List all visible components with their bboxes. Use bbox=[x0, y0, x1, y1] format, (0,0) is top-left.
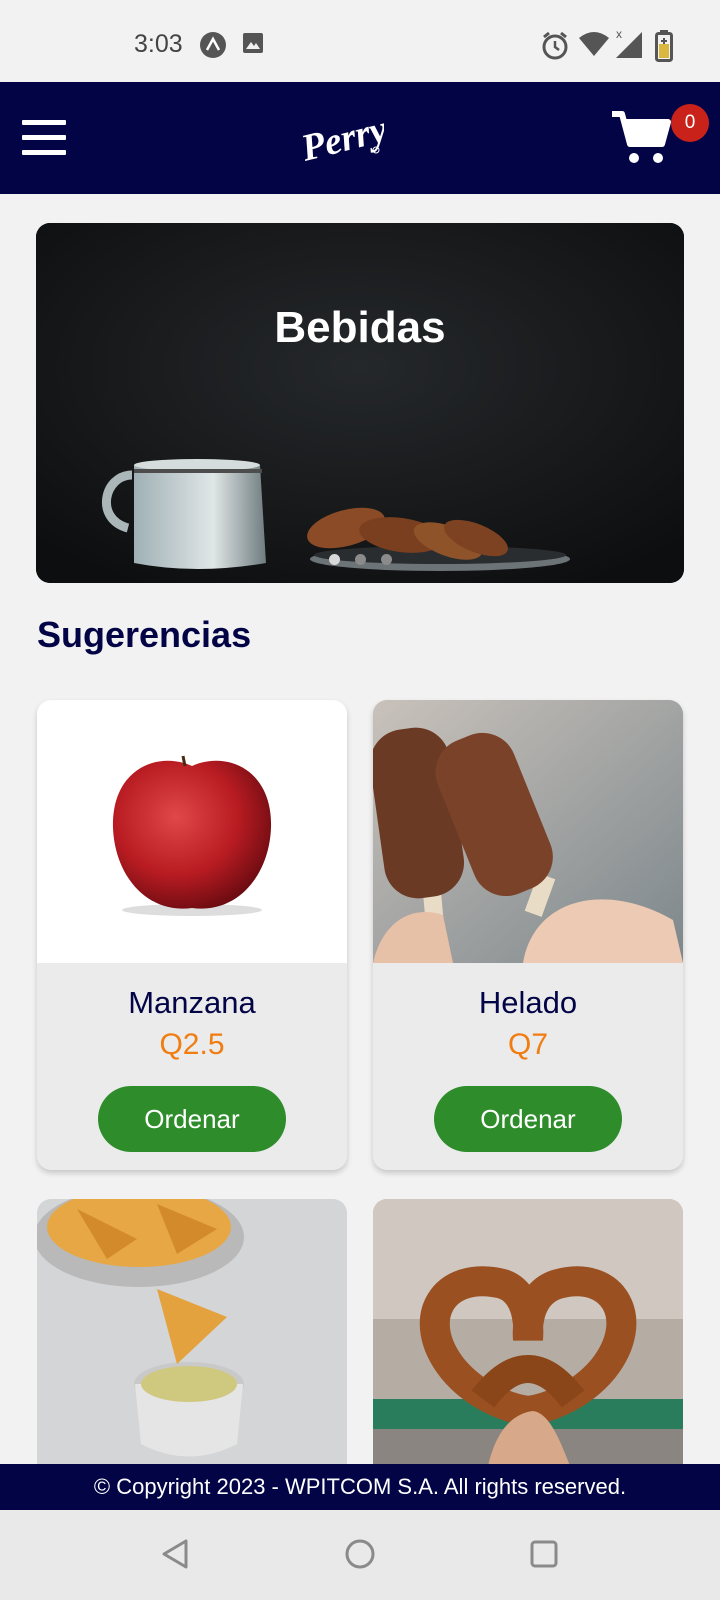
copyright-footer: © Copyright 2023 - WPITCOM S.A. All righ… bbox=[0, 1464, 720, 1510]
app-notification-icon bbox=[200, 32, 226, 58]
product-name: Manzana bbox=[128, 985, 256, 1020]
back-icon[interactable] bbox=[160, 1538, 192, 1570]
recent-apps-icon[interactable] bbox=[528, 1538, 560, 1570]
product-price: Q7 bbox=[507, 1028, 549, 1061]
ice-cream-image bbox=[373, 700, 683, 963]
pretzel-image bbox=[373, 1199, 683, 1499]
home-icon[interactable] bbox=[344, 1538, 376, 1570]
product-card[interactable]: Manzana Q2.5 Ordenar bbox=[37, 700, 347, 1170]
carousel-dot[interactable] bbox=[381, 554, 392, 565]
nachos-guacamole-image bbox=[37, 1199, 347, 1499]
wifi-icon bbox=[579, 32, 609, 56]
cart-count-badge: 0 bbox=[671, 104, 709, 142]
product-price: Q2.5 bbox=[159, 1028, 225, 1061]
product-card[interactable] bbox=[373, 1199, 683, 1499]
battery-icon bbox=[655, 30, 673, 62]
alarm-icon bbox=[542, 31, 568, 60]
product-card[interactable] bbox=[37, 1199, 347, 1499]
carousel-dot[interactable] bbox=[355, 554, 366, 565]
category-carousel[interactable]: Bebidas bbox=[36, 223, 684, 583]
perry-logo[interactable]: Perry bbox=[300, 104, 384, 170]
svg-text:Perry: Perry bbox=[300, 108, 384, 170]
carousel-title: Bebidas bbox=[274, 303, 446, 352]
shopping-cart-icon[interactable] bbox=[610, 110, 672, 166]
image-notification-icon bbox=[243, 33, 263, 53]
status-bar: 3:03 x bbox=[0, 0, 720, 82]
order-button[interactable]: Ordenar bbox=[98, 1086, 286, 1152]
order-button[interactable]: Ordenar bbox=[434, 1086, 622, 1152]
apple-image bbox=[37, 700, 347, 963]
svg-text:x: x bbox=[616, 27, 622, 41]
carousel-indicators bbox=[329, 554, 392, 565]
section-title: Sugerencias bbox=[37, 614, 252, 655]
signal-icon: x bbox=[616, 27, 642, 58]
coffee-cookies-image bbox=[36, 223, 684, 583]
menu-icon[interactable] bbox=[22, 120, 66, 156]
status-time: 3:03 bbox=[134, 30, 183, 58]
product-card[interactable]: Helado Q7 Ordenar bbox=[373, 700, 683, 1170]
system-navigation-bar bbox=[0, 1510, 720, 1600]
product-name: Helado bbox=[478, 985, 578, 1020]
carousel-dot[interactable] bbox=[329, 554, 340, 565]
